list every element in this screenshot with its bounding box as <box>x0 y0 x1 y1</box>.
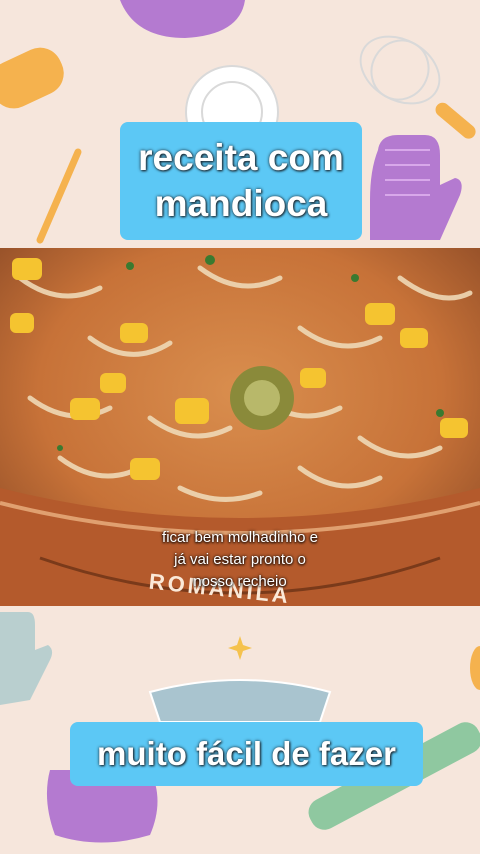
lemon-icon <box>470 646 480 690</box>
title-line-2: mandioca <box>154 183 328 224</box>
caption-line-2: já vai estar pronto o <box>174 551 306 568</box>
spoon-icon <box>36 148 82 244</box>
title-line-1: receita com <box>138 137 344 178</box>
caption-line-3: nosso recheio <box>193 573 287 590</box>
kettle-icon <box>0 612 53 705</box>
whisk-icon <box>359 35 476 139</box>
olive-slice <box>230 366 294 430</box>
spatula-icon <box>0 47 64 109</box>
oven-mitt-icon <box>370 135 462 240</box>
pie-tin-icon <box>148 679 332 723</box>
footer-banner-text: muito fácil de fazer <box>97 735 396 772</box>
footer-banner: muito fácil de fazer <box>70 722 423 786</box>
caption-line-1: ficar bem molhadinho e <box>162 529 318 546</box>
sparkle-icon <box>228 636 252 660</box>
bowl-icon <box>120 0 245 38</box>
title-banner: receita com mandioca <box>120 122 362 240</box>
video-caption: ficar bem molhadinho e já vai estar pron… <box>0 527 480 593</box>
